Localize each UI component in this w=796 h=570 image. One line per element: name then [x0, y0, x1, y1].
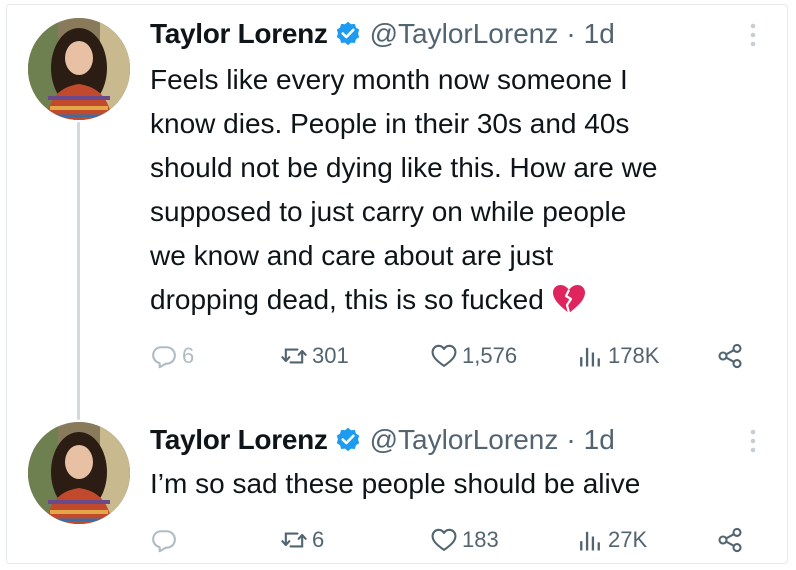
verified-badge-icon — [336, 21, 359, 46]
avatar[interactable] — [28, 18, 130, 120]
user-handle[interactable]: @TaylorLorenz — [370, 18, 559, 50]
share-button[interactable] — [716, 522, 744, 558]
tweet-actions: 6 183 27K — [150, 522, 760, 558]
reply-count: 6 — [182, 343, 195, 368]
tweet-actions: 6 301 1,576 178K — [150, 338, 760, 374]
display-name[interactable]: Taylor Lorenz — [150, 424, 328, 456]
views-button[interactable]: 27K — [576, 522, 647, 558]
more-options-icon[interactable] — [746, 20, 760, 50]
avatar[interactable] — [28, 422, 130, 524]
more-options-icon[interactable] — [746, 426, 760, 456]
view-count: 178K — [608, 343, 660, 368]
avatar-photo — [28, 18, 130, 120]
share-button[interactable] — [716, 338, 744, 374]
display-name[interactable]: Taylor Lorenz — [150, 18, 328, 50]
like-button[interactable]: 183 — [430, 522, 499, 558]
tweet[interactable]: Taylor Lorenz @TaylorLorenz · 1d Feels l… — [0, 0, 796, 410]
tweet-text: I’m so sad these people should be alive — [150, 468, 641, 499]
tweet-header: Taylor Lorenz @TaylorLorenz · 1d — [150, 16, 615, 52]
reply-icon — [152, 530, 176, 553]
view-count: 27K — [608, 527, 648, 552]
retweet-button[interactable]: 6 — [280, 522, 324, 558]
reply-button[interactable] — [150, 522, 182, 558]
tweet-text: Feels like every month now someone I kno… — [150, 58, 770, 322]
retweet-icon — [281, 532, 307, 548]
tweet-timestamp[interactable]: 1d — [584, 18, 615, 50]
separator-dot: · — [566, 18, 576, 49]
retweet-button[interactable]: 301 — [280, 338, 349, 374]
tweet[interactable]: Taylor Lorenz @TaylorLorenz · 1d I’m so … — [0, 410, 796, 570]
analytics-icon — [580, 347, 600, 367]
retweet-icon — [281, 348, 307, 364]
like-count: 183 — [462, 527, 499, 552]
tweet-text-content: Feels like every month now someone I kno… — [150, 64, 658, 315]
broken-heart-icon — [552, 285, 585, 314]
tweet-timestamp[interactable]: 1d — [584, 424, 615, 456]
like-count: 1,576 — [462, 343, 518, 368]
tweet-header: Taylor Lorenz @TaylorLorenz · 1d — [150, 422, 615, 458]
analytics-icon — [580, 531, 600, 551]
heart-icon — [431, 528, 457, 551]
share-icon — [718, 343, 742, 369]
separator-dot: · — [566, 424, 576, 455]
views-button[interactable]: 178K — [576, 338, 659, 374]
reply-icon — [152, 346, 176, 369]
reply-button[interactable]: 6 — [150, 338, 194, 374]
verified-badge-icon — [336, 427, 359, 452]
heart-icon — [431, 344, 457, 367]
retweet-count: 6 — [312, 527, 325, 552]
like-button[interactable]: 1,576 — [430, 338, 517, 374]
avatar-photo — [28, 422, 130, 524]
retweet-count: 301 — [312, 343, 349, 368]
share-icon — [718, 527, 742, 553]
user-handle[interactable]: @TaylorLorenz — [370, 424, 559, 456]
